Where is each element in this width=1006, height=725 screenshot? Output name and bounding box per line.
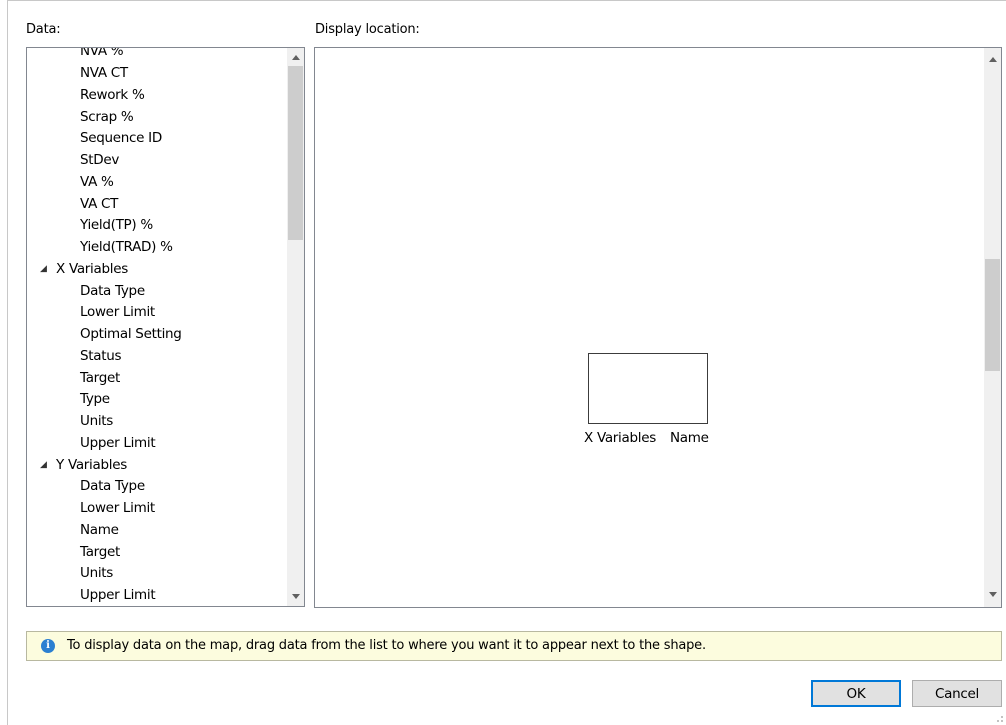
tree-item-label: Units <box>80 413 114 429</box>
tree-item[interactable]: NVA CT <box>80 62 128 84</box>
tree-item-label: StDev <box>80 152 120 168</box>
tree-item-label: Lower Limit <box>80 500 155 516</box>
window-border-left <box>7 0 8 725</box>
resize-grip-icon[interactable] <box>994 713 1004 723</box>
tree-item-label: Name <box>80 521 119 538</box>
ok-button[interactable]: OK <box>811 680 901 707</box>
tree-item-label: Target <box>80 369 120 386</box>
data-field-tree-items: NVA % NVA CT Rework % Scrap % Sequence ID St… <box>27 48 285 606</box>
tree-item-label: Target <box>80 543 120 560</box>
shape-preview <box>588 353 708 424</box>
tree-item-label: VA % <box>80 173 114 190</box>
tree-item[interactable]: Upper Limit <box>80 584 156 606</box>
tree-item-label: Scrap % <box>80 108 134 125</box>
tree-item[interactable]: Units <box>80 410 113 432</box>
tree-item[interactable]: Yield(TRAD) % <box>80 236 173 258</box>
cancel-button[interactable]: Cancel <box>912 680 1002 707</box>
tree-item[interactable]: Lower Limit <box>80 497 155 519</box>
info-text: To display data on the map, drag data fr… <box>67 638 706 653</box>
tree-item[interactable]: Sequence ID <box>80 127 162 149</box>
tree-category[interactable]: ◢ Y Variables <box>40 454 127 476</box>
tree-item-label: Upper Limit <box>80 587 156 603</box>
tree-item[interactable]: Lower Limit <box>80 301 155 323</box>
tree-item[interactable]: Target <box>80 367 120 389</box>
tree-item[interactable]: Rework % <box>80 84 145 106</box>
display-scrollbar[interactable] <box>984 48 1001 607</box>
scroll-up-arrow-icon[interactable] <box>984 51 1001 68</box>
scroll-up-arrow-icon[interactable] <box>287 49 304 66</box>
tree-item-label: Optimal Setting <box>80 326 182 342</box>
tree-item[interactable]: VA % <box>80 171 114 193</box>
data-field-tree[interactable]: NVA % NVA CT Rework % Scrap % Sequence ID St… <box>26 47 305 607</box>
tree-item-label: VA CT <box>80 195 119 212</box>
tree-item-partial[interactable]: NVA % <box>80 48 124 62</box>
placed-data-field[interactable]: Name <box>670 430 709 446</box>
tree-item-label: Rework % <box>80 86 145 103</box>
data-tree-scroll-thumb[interactable] <box>288 66 303 240</box>
tree-item-label: Data Type <box>80 282 145 299</box>
tree-item[interactable]: Name <box>80 519 119 541</box>
tree-item-label: NVA CT <box>80 65 128 81</box>
window-border-top <box>7 0 1006 1</box>
tree-item-label: Yield(TP) % <box>80 217 153 234</box>
tree-item-label: Type <box>80 391 110 408</box>
tree-item[interactable]: Data Type <box>80 280 145 302</box>
tree-item-label: Yield(TRAD) % <box>80 239 173 255</box>
collapse-triangle-icon[interactable]: ◢ <box>40 454 47 476</box>
display-scroll-thumb[interactable] <box>985 259 1000 371</box>
display-location-canvas[interactable]: X Variables Name <box>314 47 1002 608</box>
tree-item-label: Lower Limit <box>80 304 155 321</box>
tree-item-label: Status <box>80 347 122 364</box>
tree-item-label: Upper Limit <box>80 434 156 451</box>
display-location-label: Display location: <box>315 22 420 37</box>
tree-item-label: X Variables <box>56 260 128 277</box>
tree-item[interactable]: StDev <box>80 149 119 171</box>
tree-item-label: Units <box>80 565 114 582</box>
tree-item[interactable]: Scrap % <box>80 106 134 128</box>
tree-item[interactable]: Optimal Setting <box>80 323 182 345</box>
tree-item[interactable]: Yield(TP) % <box>80 214 153 236</box>
collapse-triangle-icon[interactable]: ◢ <box>40 258 47 280</box>
tree-item[interactable]: VA CT <box>80 193 118 215</box>
data-tree-scrollbar[interactable] <box>287 48 304 606</box>
tree-item[interactable]: Target <box>80 541 120 563</box>
info-icon: i <box>41 639 55 653</box>
tree-category[interactable]: ◢ X Variables <box>40 258 128 280</box>
tree-item[interactable]: Upper Limit <box>80 432 156 454</box>
tree-item-label: Data Type <box>80 478 145 495</box>
scroll-down-arrow-icon[interactable] <box>984 586 1001 603</box>
tree-item[interactable]: Units <box>80 562 113 584</box>
tree-item[interactable]: Data Type <box>80 475 145 497</box>
tree-item-label: Y Variables <box>56 456 127 473</box>
tree-item[interactable]: Type <box>80 388 110 410</box>
scroll-down-arrow-icon[interactable] <box>287 588 304 605</box>
data-label: Data: <box>26 22 61 37</box>
tree-item-label: Sequence ID <box>80 130 162 147</box>
placed-data-category[interactable]: X Variables <box>584 430 656 446</box>
info-bar: i To display data on the map, drag data … <box>26 631 1002 661</box>
tree-item[interactable]: Status <box>80 345 122 367</box>
